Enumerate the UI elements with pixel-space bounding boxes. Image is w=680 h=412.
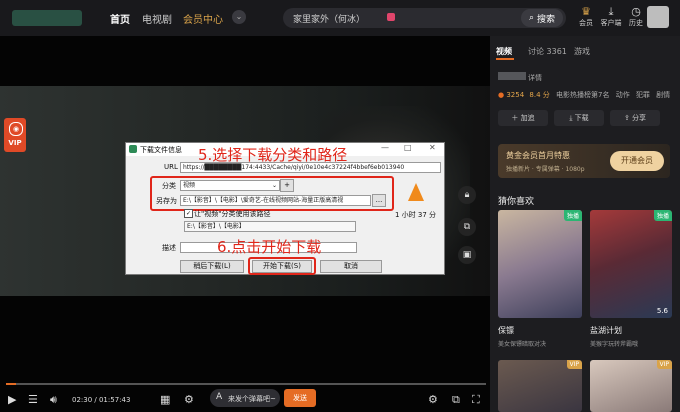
hot-tag-icon <box>387 13 395 21</box>
close-icon[interactable]: ✕ <box>429 143 436 152</box>
recommend-title-2[interactable]: 盐湖计划 <box>590 325 622 336</box>
vlc-cone-icon <box>408 183 424 201</box>
progress-fill <box>6 383 16 385</box>
search-input[interactable]: 家里家外（何冰） <box>293 12 365 25</box>
cancel-button[interactable]: 取消 <box>320 260 382 273</box>
share-icon: ⇪ <box>623 114 630 122</box>
recommend-thumb-2[interactable]: 独播 5.6 <box>590 210 672 318</box>
danmu-toggle-icon[interactable]: ▦ <box>160 393 170 406</box>
recommend-title-1[interactable]: 保镖 <box>498 325 514 336</box>
highlight-box-step5 <box>150 176 394 211</box>
plus-icon: ＋ <box>511 114 519 122</box>
pip-icon[interactable]: ▣ <box>458 246 476 264</box>
danmu-input[interactable]: A 来发个弹幕吧~ <box>210 389 280 407</box>
duration-label: 1 小时 37 分 <box>395 211 437 219</box>
movie-stats: ● 3254 8.4 分 电影热播榜第7名 动作 犯罪 剧情 <box>498 91 671 99</box>
fullscreen-icon[interactable]: ⛶ <box>472 393 480 407</box>
avatar[interactable] <box>647 6 669 28</box>
vip-badge[interactable]: ◉ VIP <box>4 118 26 152</box>
tab-discussion[interactable]: 讨论 3361 <box>528 46 567 57</box>
download-later-button[interactable]: 稍后下载(L) <box>180 260 244 273</box>
share-button[interactable]: ⇪ 分享 <box>610 110 660 126</box>
app-icon <box>129 145 137 153</box>
top-nav-bar: 首页 电视剧 会员中心 ⌄ 家里家外（何冰） ⌕ 搜索 ♛ 会员 ⤓ 客户端 ◷ 历史 <box>0 0 680 36</box>
annotation-step6: 6.点击开始下载 <box>217 238 322 256</box>
time-display: 02:30 / 01:57:43 <box>72 396 131 404</box>
exclusive-badge: 独播 <box>653 210 672 221</box>
recommend-desc-1: 美女保镖暗取对决 <box>498 341 547 348</box>
playlist-icon[interactable]: ☰ <box>28 393 38 406</box>
score-label: 5.6 <box>656 307 668 315</box>
search-icon: ⌕ <box>528 13 535 23</box>
download-icon: ⤓ <box>569 114 573 122</box>
danmu-settings-icon[interactable]: ⚙ <box>184 393 194 406</box>
crown-icon: ♛ <box>581 5 591 18</box>
minimize-icon[interactable]: — <box>381 143 389 152</box>
open-vip-button[interactable]: 开通会员 <box>610 151 664 171</box>
search-button[interactable]: ⌕ 搜索 <box>521 9 563 27</box>
search-bar[interactable]: 家里家外（何冰） ⌕ 搜索 <box>283 8 566 28</box>
title-redacted <box>498 72 526 80</box>
use-path-label: 让"视频"分类使用该路径 <box>194 210 271 218</box>
recommend-title: 猜你喜欢 <box>498 197 535 207</box>
vip-logo-icon: ◉ <box>9 122 23 136</box>
send-danmu-button[interactable]: 发送 <box>284 389 316 407</box>
recommend-desc-2: 美猴字玩转斧霸哦 <box>590 341 639 348</box>
top-icon-client[interactable]: ⤓ 客户端 <box>599 6 623 28</box>
vip-badge: VIP <box>566 360 582 369</box>
maximize-icon[interactable]: □ <box>404 143 412 152</box>
clock-icon: ◷ <box>631 5 641 18</box>
tab-games[interactable]: 游戏 <box>574 46 590 57</box>
pip-icon[interactable]: ⧉ <box>452 393 460 407</box>
recommend-thumb-4[interactable]: VIP <box>590 360 672 412</box>
vip-promo-banner[interactable]: 黄金会员首月特惠 独播新片 · 专属弹幕 · 1080p 开通会员 <box>498 144 670 178</box>
annotation-step5: 5.选择下载分类和路径 <box>198 146 348 164</box>
use-path-checkbox[interactable]: ✓ <box>184 209 193 218</box>
recommend-thumb-3[interactable]: VIP <box>498 360 582 412</box>
exclusive-badge: 独播 <box>563 210 582 221</box>
tab-video[interactable]: 视频 <box>496 46 512 57</box>
follow-button[interactable]: ＋ 加追 <box>498 110 548 126</box>
active-tab-indicator <box>496 58 514 60</box>
volume-icon[interactable]: 🔊︎ <box>50 393 57 407</box>
download-button[interactable]: ⤓ 下载 <box>554 110 604 126</box>
top-icon-member[interactable]: ♛ 会员 <box>574 6 598 28</box>
site-logo[interactable] <box>12 10 82 26</box>
screenshot-icon[interactable]: ⧉ <box>458 218 476 236</box>
settings-icon[interactable]: ⚙ <box>428 393 438 406</box>
highlight-box-step6 <box>248 257 316 275</box>
detail-link[interactable]: 详情 <box>528 73 542 83</box>
nav-home[interactable]: 首页 <box>110 11 130 26</box>
nav-member-center[interactable]: 会员中心 <box>183 11 223 26</box>
category-path-field: E:\【影音】\【电影】 <box>184 221 356 232</box>
font-icon[interactable]: A <box>216 392 222 402</box>
dialog-title: 下载文件信息 <box>140 146 182 154</box>
nav-tv[interactable]: 电视剧 <box>142 11 172 26</box>
download-icon: ⤓ <box>608 5 614 18</box>
top-icon-history[interactable]: ◷ 历史 <box>624 6 648 28</box>
progress-bar[interactable] <box>6 383 486 385</box>
promo-subtitle: 独播新片 · 专属弹幕 · 1080p <box>506 166 585 173</box>
url-label: URL <box>164 163 178 171</box>
description-label: 描述 <box>162 244 176 252</box>
lock-icon[interactable]: 🔒︎ <box>458 186 476 204</box>
recommend-thumb-1[interactable]: 独播 <box>498 210 582 318</box>
vip-badge: VIP <box>656 360 672 369</box>
heat-icon: ● <box>498 91 505 99</box>
chevron-down-icon[interactable]: ⌄ <box>232 10 246 24</box>
promo-title: 黄金会员首月特惠 <box>506 151 570 160</box>
play-icon[interactable]: ▶ <box>8 393 16 406</box>
